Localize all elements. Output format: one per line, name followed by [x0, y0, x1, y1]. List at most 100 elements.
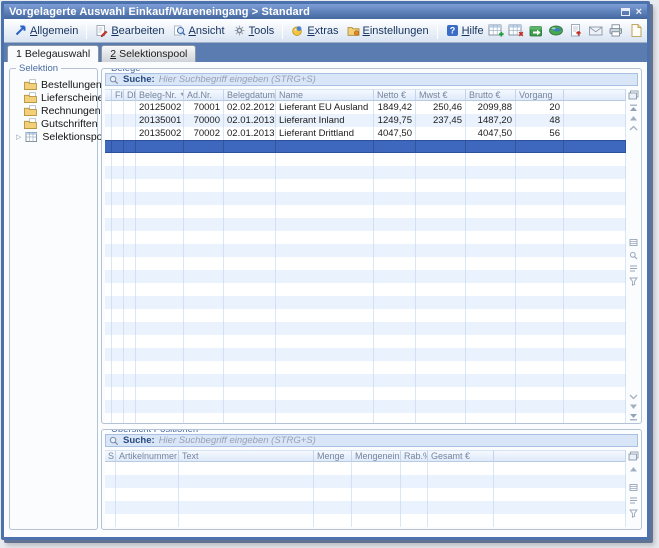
positionen-grid: SArtikelnummerTextMengeMengeneinheitRab.… — [105, 450, 626, 527]
column-header[interactable]: Vorgang — [516, 89, 564, 101]
table-row[interactable] — [105, 244, 626, 257]
grid-cell — [416, 205, 466, 218]
column-header[interactable]: S — [105, 450, 116, 462]
table-row[interactable] — [105, 296, 626, 309]
sidebar-item-rechnungen[interactable]: Rechnungen — [16, 104, 95, 117]
filter-icon[interactable] — [628, 509, 639, 519]
column-header[interactable]: Menge — [314, 450, 352, 462]
grid-add-icon[interactable] — [488, 23, 504, 38]
column-header[interactable] — [494, 450, 626, 462]
page-down-icon[interactable] — [628, 391, 639, 401]
sidebar-item-bestellungen[interactable]: Bestellungen — [16, 78, 95, 91]
column-header[interactable]: Rab.% — [401, 450, 428, 462]
table-row[interactable] — [105, 413, 626, 424]
column-chooser-icon[interactable] — [628, 90, 639, 100]
menu-tools[interactable]: Tools — [229, 22, 279, 39]
row-up-icon[interactable] — [628, 113, 639, 123]
grid-cell — [105, 141, 112, 152]
column-header[interactable]: DR — [124, 89, 136, 101]
scroll-to-top-icon[interactable] — [628, 103, 639, 113]
table-row[interactable] — [105, 514, 626, 527]
sidebar-item-lieferscheine[interactable]: Lieferscheine — [16, 91, 95, 104]
title-bar[interactable]: Vorgelagerte Auswahl Einkauf/Wareneingan… — [4, 4, 647, 19]
column-header[interactable]: FI — [112, 89, 124, 101]
email-icon[interactable] — [588, 23, 604, 38]
page-up-icon[interactable] — [628, 123, 639, 133]
export-box-icon[interactable] — [528, 23, 544, 38]
selected-row[interactable] — [105, 140, 626, 153]
table-row[interactable] — [105, 322, 626, 335]
column-header[interactable] — [564, 89, 626, 101]
column-header[interactable]: Mwst € — [416, 89, 466, 101]
menu-extras[interactable]: Extras — [287, 22, 342, 39]
table-row[interactable]: 201250027000102.02.2012 /DoLieferant EU … — [105, 101, 626, 114]
grid-remove-icon[interactable] — [508, 23, 524, 38]
table-row[interactable] — [105, 205, 626, 218]
menu-hilfe[interactable]: ? Hilfe — [442, 22, 488, 39]
tab-selektionspool[interactable]: 2Selektionspool — [101, 45, 196, 62]
close-icon[interactable]: × — [636, 7, 642, 17]
table-row[interactable] — [105, 192, 626, 205]
grid-search-icon[interactable] — [628, 251, 639, 261]
table-row[interactable] — [105, 501, 626, 514]
table-row[interactable] — [105, 179, 626, 192]
grid-cell: 70002 — [184, 127, 224, 140]
tab-belegauswahl[interactable]: 1Belegauswahl — [7, 45, 99, 62]
new-page-icon[interactable] — [628, 23, 644, 38]
row-down-icon[interactable] — [628, 401, 639, 411]
menu-bearbeiten[interactable]: Bearbeiten — [91, 22, 168, 39]
goto-row-icon[interactable] — [628, 238, 639, 248]
column-header[interactable]: Gesamt € — [428, 450, 494, 462]
positionen-search-bar[interactable]: Suche: Hier Suchbegriff eingeben (STRG+S… — [105, 434, 638, 447]
table-row[interactable] — [105, 335, 626, 348]
restore-icon[interactable] — [621, 8, 630, 16]
details-icon[interactable] — [628, 496, 639, 506]
row-up-icon[interactable] — [628, 464, 639, 474]
menu-einstellungen[interactable]: Einstellungen — [343, 22, 433, 39]
table-row[interactable] — [105, 257, 626, 270]
table-row[interactable] — [105, 348, 626, 361]
filter-icon[interactable] — [628, 277, 639, 287]
table-row[interactable] — [105, 488, 626, 501]
expander-icon[interactable]: ▷ — [16, 133, 21, 141]
table-row[interactable] — [105, 309, 626, 322]
table-row[interactable]: 201350017000002.01.2013 /MiLieferant Inl… — [105, 114, 626, 127]
table-row[interactable] — [105, 387, 626, 400]
column-header[interactable] — [105, 89, 112, 101]
grid-cell: 1249,75 — [374, 114, 416, 127]
sidebar-item-gutschriften[interactable]: Gutschriften — [16, 117, 95, 130]
belege-search-bar[interactable]: Suche: Hier Suchbegriff eingeben (STRG+S… — [105, 73, 638, 86]
menu-ansicht[interactable]: Ansicht — [169, 22, 229, 39]
table-row[interactable] — [105, 270, 626, 283]
table-row[interactable] — [105, 374, 626, 387]
table-row[interactable] — [105, 166, 626, 179]
table-row[interactable] — [105, 475, 626, 488]
table-row[interactable] — [105, 400, 626, 413]
table-row[interactable] — [105, 462, 626, 475]
column-chooser-icon[interactable] — [628, 451, 639, 461]
column-header[interactable]: Brutto € — [466, 89, 516, 101]
column-header[interactable]: Netto € — [374, 89, 416, 101]
table-row[interactable]: 201350027000202.01.2013 /MiLieferant Dri… — [105, 127, 626, 140]
column-header[interactable]: Ad.Nr. — [184, 89, 224, 101]
document-export-icon[interactable] — [568, 23, 584, 38]
sidebar-item-selektionspools[interactable]: ▷ Selektionspools — [16, 130, 95, 143]
column-header[interactable]: Belegdatum — [224, 89, 276, 101]
grid-cell — [136, 205, 184, 218]
table-row[interactable] — [105, 218, 626, 231]
globe-icon[interactable] — [548, 23, 564, 38]
scroll-to-bottom-icon[interactable] — [628, 411, 639, 421]
column-header[interactable]: Name — [276, 89, 374, 101]
menu-allgemein[interactable]: Allgemein — [10, 22, 82, 39]
column-header[interactable]: Artikelnummer — [116, 450, 179, 462]
table-row[interactable] — [105, 231, 626, 244]
goto-row-icon[interactable] — [628, 483, 639, 493]
column-header[interactable]: Text — [179, 450, 314, 462]
column-header[interactable]: Mengeneinheit — [352, 450, 401, 462]
print-icon[interactable] — [608, 23, 624, 38]
column-header[interactable]: Beleg-Nr.▼ — [136, 89, 184, 101]
table-row[interactable] — [105, 283, 626, 296]
table-row[interactable] — [105, 361, 626, 374]
table-row[interactable] — [105, 153, 626, 166]
details-icon[interactable] — [628, 264, 639, 274]
